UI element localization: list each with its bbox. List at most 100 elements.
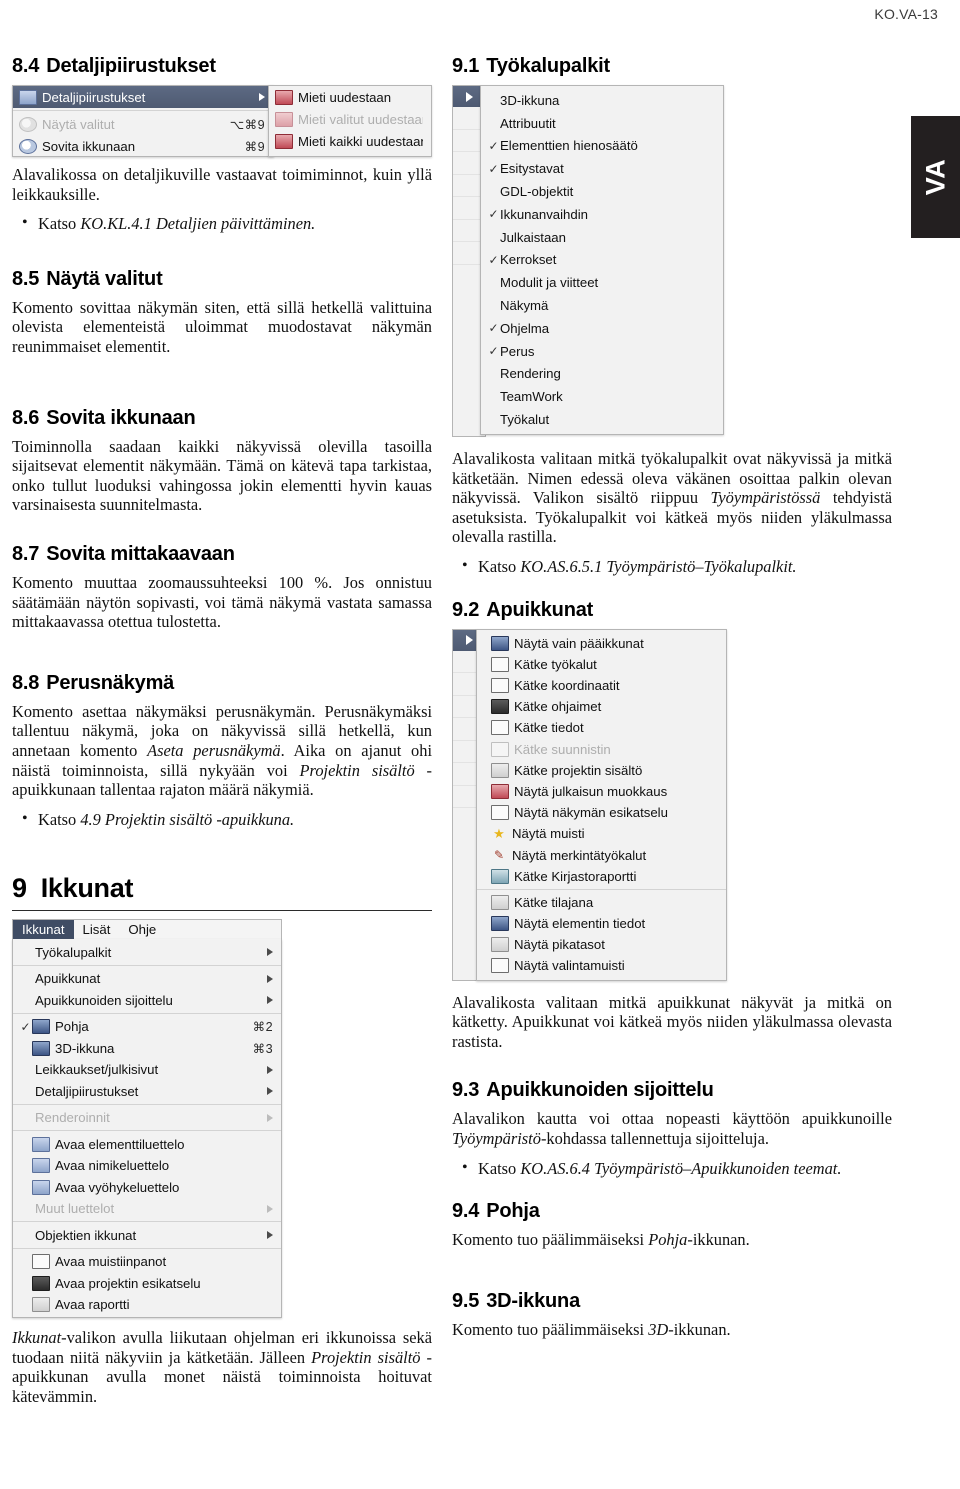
menu-item-katke-koordinaatit[interactable]: Kätke koordinaatit	[477, 675, 726, 696]
section-title: 3D-ikkuna	[486, 1289, 580, 1312]
menu-item-perus[interactable]: ✓ Perus	[481, 340, 723, 363]
menu-item-objektien-ikkunat[interactable]: Objektien ikkunat	[13, 1224, 281, 1246]
menu-item-label: Mieti uudestaan	[298, 89, 392, 105]
menu-item-nayta-nakyman-esikatselu[interactable]: Näytä näkymän esikatselu	[477, 802, 726, 823]
menu-item-esitystavat[interactable]: ✓ Esitystavat	[481, 157, 723, 180]
menu-item-pohja[interactable]: ✓ Pohja ⌘2	[13, 1016, 281, 1038]
emphasis-menu-name: Ikkunat	[12, 1328, 62, 1348]
menu-item-label: Elementtien hienosäätö	[500, 138, 638, 154]
paragraph-9-5: Komento tuo päälimmäiseksi 3D-ikkunan.	[452, 1320, 892, 1340]
menu-item-label: Detaljipiirustukset	[42, 89, 146, 105]
menu-item-label: Näytä pikatasot	[514, 937, 605, 953]
menu-item-nayta-elementin-tiedot[interactable]: Näytä elementin tiedot	[477, 913, 726, 934]
rebuild-icon	[275, 89, 293, 105]
menu-item-detaljipiirustukset[interactable]: Detaljipiirustukset	[13, 86, 273, 108]
menu-item-katke-tilajana[interactable]: Kätke tilajana	[477, 892, 726, 913]
menu-item-apuikkunoiden-sijoittelu[interactable]: Apuikkunoiden sijoittelu	[13, 989, 281, 1011]
menubar-item-ikkunat[interactable]: Ikkunat	[13, 920, 74, 940]
paragraph-8-4: Alavalikossa on detaljikuville vastaavat…	[12, 165, 432, 204]
menu-item-kerrokset[interactable]: ✓ Kerrokset	[481, 249, 723, 272]
chevron-right-icon	[267, 1204, 273, 1213]
menu-item-modulit-ja-viitteet[interactable]: Modulit ja viitteet	[481, 271, 723, 294]
menu-item-label: Näytä valintamuisti	[514, 958, 625, 974]
report-icon	[32, 1297, 50, 1313]
section-title: Sovita ikkunaan	[46, 406, 196, 429]
cross-reference-9-3: Katso KO.AS.6.4 Työympäristö–Apuikkunoid…	[452, 1158, 892, 1179]
menu-item-3d-ikkuna[interactable]: 3D-ikkuna	[481, 89, 723, 112]
menu-item-label: Työkalupalkit	[35, 944, 112, 960]
favorites-star-icon: ★	[493, 826, 505, 842]
menu-item-nayta-merkintatyokalut[interactable]: ✎ Näytä merkintätyökalut	[477, 844, 726, 865]
menu-item-avaa-muistiinpanot[interactable]: Avaa muistiinpanot	[13, 1251, 281, 1273]
paragraph-9-2: Alavalikosta valitaan mitkä apuikkunat n…	[452, 992, 892, 1051]
screenshot-detail-submenu: Detaljipiirustukset Näytä valitut ⌥⌘9 So…	[12, 85, 432, 157]
menu-item-shortcut: ⌘3	[252, 1041, 273, 1056]
chevron-right-icon	[267, 1065, 273, 1074]
paragraph-8-7: Komento muuttaa zoomaussuhteeksi 100 %. …	[12, 572, 432, 632]
menu-item-label: Näytä muisti	[512, 826, 585, 842]
menu-item-label: Esitystavat	[500, 161, 564, 177]
menu-item-nayta-muisti[interactable]: ★ Näytä muisti	[477, 823, 726, 844]
menu-item-katke-tiedot[interactable]: Kätke tiedot	[477, 717, 726, 738]
menu-item-tyokalupalkit[interactable]: Työkalupalkit	[13, 941, 281, 963]
project-content-icon	[491, 762, 509, 778]
menu-item-rendering[interactable]: Rendering	[481, 363, 723, 386]
menu-item-apuikkunat[interactable]: Apuikkunat	[13, 968, 281, 990]
detail-drawing-icon	[19, 89, 37, 105]
menu-item-mieti-valitut-uudestaan[interactable]: Mieti valitut uudestaan	[269, 108, 431, 130]
menubar-item-lisat[interactable]: Lisät	[74, 920, 120, 939]
menu-item-ikkunanvaihdin[interactable]: ✓ Ikkunanvaihdin	[481, 203, 723, 226]
publisher-icon	[491, 783, 509, 799]
menu-item-nayta-valintamuisti[interactable]: Näytä valintamuisti	[477, 955, 726, 976]
menubar-item-ohje[interactable]: Ohje	[119, 920, 165, 939]
menu-item-nakyma[interactable]: Näkymä	[481, 294, 723, 317]
emphasis-work-environment: Työympäristössä	[710, 488, 821, 508]
rebuild-all-icon	[275, 133, 293, 149]
menu-item-tyokalut[interactable]: Työkalut	[481, 408, 723, 431]
menu-separator	[13, 1103, 281, 1105]
menu-item-nayta-pikatasot[interactable]: Näytä pikatasot	[477, 934, 726, 955]
menu-item-julkaistaan[interactable]: Julkaistaan	[481, 226, 723, 249]
menu-item-avaa-raportti[interactable]: Avaa raportti	[13, 1294, 281, 1316]
menu-item-3d-ikkuna[interactable]: 3D-ikkuna ⌘3	[13, 1037, 281, 1059]
magnifier-icon	[19, 116, 37, 132]
menu-item-katke-suunnistin[interactable]: Kätke suunnistin	[477, 739, 726, 760]
section-heading-8-4: 8.4 Detaljipiirustukset	[12, 55, 432, 78]
menu-item-nayta-vain-paaikkunat[interactable]: Näytä vain pääikkunat	[477, 633, 726, 654]
emphasis-palette: Projektin sisältö	[311, 1347, 421, 1367]
menu-item-mieti-uudestaan[interactable]: Mieti uudestaan	[269, 86, 431, 108]
menu-item-avaa-nimikeluettelo[interactable]: Avaa nimikeluettelo	[13, 1155, 281, 1177]
screenshot-ikkunat-menu: Ikkunat Lisät Ohje Työkalupalkit Apuikku…	[12, 919, 282, 1319]
menu-item-katke-tyokalut[interactable]: Kätke työkalut	[477, 654, 726, 675]
menu-item-katke-ohjaimet[interactable]: Kätke ohjaimet	[477, 696, 726, 717]
menu-item-teamwork[interactable]: TeamWork	[481, 385, 723, 408]
section-number: 9.5	[452, 1289, 480, 1312]
menu-item-ohjelma[interactable]: ✓ Ohjelma	[481, 317, 723, 340]
menu-item-attribuutit[interactable]: Attribuutit	[481, 112, 723, 135]
menu-item-label: Julkaistaan	[500, 229, 566, 245]
menu-item-elementtien-hienosaato[interactable]: ✓ Elementtien hienosäätö	[481, 135, 723, 158]
menu-item-mieti-kaikki-uudestaan[interactable]: Mieti kaikki uudestaan	[269, 130, 431, 152]
document-page: KO.VA-13 VA 8.4 Detaljipiirustukset Detal…	[0, 0, 960, 1489]
menu-item-label: Näytä julkaisun muokkaus	[514, 783, 668, 799]
menu-item-renderoinnit[interactable]: Renderoinnit	[13, 1107, 281, 1129]
menu-item-avaa-projektin-esikatselu[interactable]: Avaa projektin esikatselu	[13, 1272, 281, 1294]
menu-item-leikkaukset-julkisivut[interactable]: Leikkaukset/julkisivut	[13, 1059, 281, 1081]
checkmark-icon: ✓	[488, 321, 499, 336]
menu-item-gdl-objektit[interactable]: GDL-objektit	[481, 180, 723, 203]
menu-item-katke-kirjastoraportti[interactable]: Kätke Kirjastoraportti	[477, 866, 726, 887]
menu-item-detaljipiirustukset[interactable]: Detaljipiirustukset	[13, 1080, 281, 1102]
menu-item-label: Apuikkunoiden sijoittelu	[35, 992, 173, 1008]
menu-item-katke-projektin-sisalto[interactable]: Kätke projektin sisältö	[477, 760, 726, 781]
menu-item-label: Ohjelma	[500, 320, 550, 336]
menu-item-label: Perus	[500, 343, 535, 359]
menu-item-nayta-valitut[interactable]: Näytä valitut ⌥⌘9	[13, 113, 273, 135]
chevron-right-icon	[267, 996, 273, 1005]
cross-reference-9-1: Katso KO.AS.6.5.1 Työympäristö–Työkalupa…	[452, 556, 892, 577]
menu-panel-ikkunat: Työkalupalkit Apuikkunat Apuikkunoiden s…	[12, 939, 282, 1319]
menu-item-nayta-julkaisun-muokkaus[interactable]: Näytä julkaisun muokkaus	[477, 781, 726, 802]
menu-item-avaa-elementtiluettelo[interactable]: Avaa elementtiluettelo	[13, 1133, 281, 1155]
menu-item-avaa-vyohykeluettelo[interactable]: Avaa vyöhykeluettelo	[13, 1176, 281, 1198]
menu-item-sovita-ikkunaan[interactable]: Sovita ikkunaan ⌘9	[13, 135, 273, 157]
menu-item-muut-luettelot[interactable]: Muut luettelot	[13, 1198, 281, 1220]
